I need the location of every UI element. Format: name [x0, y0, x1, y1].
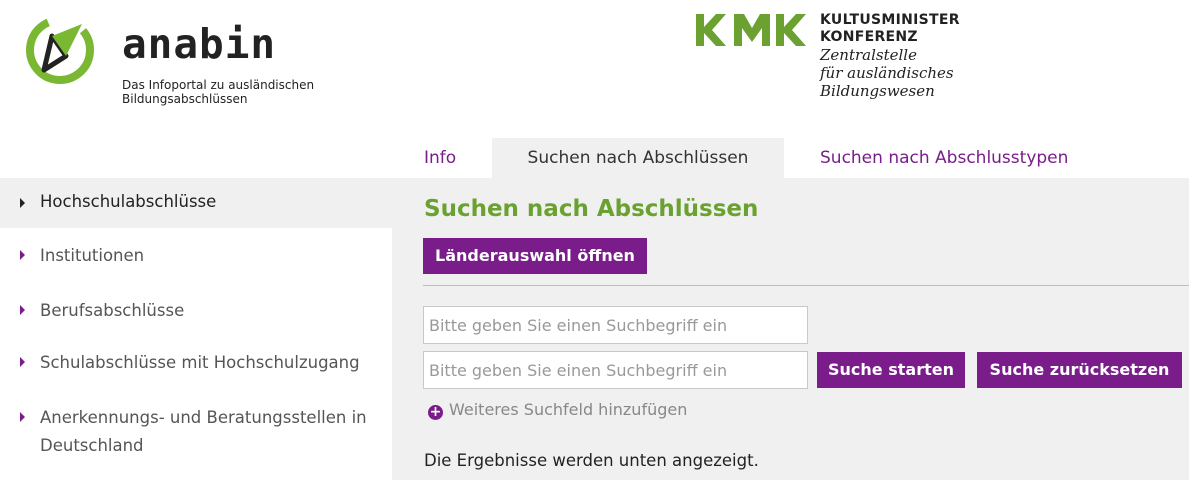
sidebar-item-label: Institutionen [40, 246, 145, 265]
sidebar-item-label: Anerkennungs- und Beratungsstellen in De… [40, 404, 367, 460]
open-country-selection-button[interactable]: Länderauswahl öffnen [423, 238, 647, 274]
sidebar-nav: Hochschulabschlüsse Institutionen Berufs… [0, 178, 392, 480]
sidebar-item-label: Schulabschlüsse mit Hochschulzugang [40, 353, 360, 372]
sidebar-item-label-line1: Anerkennungs- und Beratungsstellen in [40, 408, 367, 427]
sidebar-item-berufsabschluesse[interactable]: Berufsabschlüsse [0, 295, 392, 327]
plus-circle-icon: + [428, 404, 443, 420]
results-note: Die Ergebnisse werden unten angezeigt. [424, 451, 759, 470]
kmk-line-zentralstelle: Zentralstelle [820, 46, 917, 64]
sidebar-item-hochschulabschluesse[interactable]: Hochschulabschlüsse [0, 178, 392, 228]
kmk-line-auslaendisches: für ausländisches [820, 64, 954, 82]
page-title: Suchen nach Abschlüssen [424, 196, 759, 222]
sidebar-item-schulabschluesse[interactable]: Schulabschlüsse mit Hochschulzugang [0, 347, 392, 379]
brand-name[interactable]: anabin [122, 24, 276, 65]
sidebar-item-institutionen[interactable]: Institutionen [0, 240, 392, 272]
kmk-line-konferenz: KONFERENZ [820, 29, 918, 45]
caret-right-icon [20, 305, 25, 315]
caret-right-icon [20, 250, 25, 260]
search-input-2[interactable] [423, 351, 808, 389]
kmk-logo-icon[interactable] [696, 14, 806, 46]
add-search-field-link[interactable]: + Weiteres Suchfeld hinzufügen [428, 400, 687, 420]
kmk-wordmark: KULTUSMINISTER KONFERENZ Zentralstelle f… [820, 12, 960, 100]
search-input-1[interactable] [423, 306, 808, 344]
caret-right-icon [20, 198, 25, 208]
reset-search-button[interactable]: Suche zurücksetzen [977, 352, 1182, 388]
brand-tagline-line2: Bildungsabschlüssen [122, 92, 248, 106]
caret-right-icon [20, 412, 25, 422]
start-search-button[interactable]: Suche starten [817, 352, 965, 388]
sidebar-item-label-line2: Deutschland [40, 436, 144, 455]
brand-tagline-line1: Das Infoportal zu ausländischen [122, 78, 315, 92]
kmk-line-bildungswesen: Bildungswesen [820, 82, 935, 100]
divider [423, 285, 1189, 286]
sidebar-item-label: Berufsabschlüsse [40, 301, 185, 320]
tab-suchen-nach-abschluessen[interactable]: Suchen nach Abschlüssen [492, 138, 784, 178]
sidebar-item-label: Hochschulabschlüsse [40, 192, 217, 211]
brand-tagline: Das Infoportal zu ausländischen Bildungs… [122, 78, 382, 106]
anabin-logo-icon[interactable] [22, 12, 98, 88]
caret-right-icon [20, 357, 25, 367]
sidebar-item-anerkennungsstellen[interactable]: Anerkennungs- und Beratungsstellen in De… [0, 402, 392, 462]
tab-suchen-nach-abschlusstypen[interactable]: Suchen nach Abschlusstypen [820, 138, 1068, 178]
tab-info[interactable]: Info [424, 138, 456, 178]
kmk-line-kultusminister: KULTUSMINISTER [820, 12, 960, 28]
add-search-field-label: Weiteres Suchfeld hinzufügen [449, 400, 688, 419]
search-panel: Suchen nach Abschlüssen Länderauswahl öf… [392, 178, 1189, 480]
